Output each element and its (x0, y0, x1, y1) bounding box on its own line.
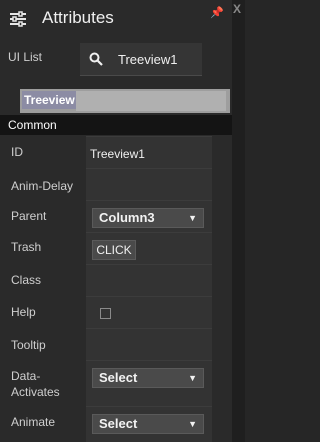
prop-label-data-activates-line1: Data- (11, 369, 41, 383)
search-icon (89, 52, 103, 66)
class-field[interactable] (86, 264, 212, 296)
prop-row-id: ID Treeview1 (0, 136, 232, 168)
prop-row-anim-delay: Anim-Delay (0, 168, 232, 200)
chevron-down-icon: ▼ (188, 419, 197, 429)
prop-label-tooltip: Tooltip (11, 338, 46, 352)
prop-label-id: ID (11, 145, 23, 159)
prop-label-parent: Parent (11, 209, 47, 223)
prop-label-trash: Trash (11, 240, 42, 254)
ui-list-search-field[interactable]: Treeview1 (80, 43, 202, 76)
tab-bar-track (76, 91, 226, 111)
ui-list-label: UI List (8, 50, 43, 64)
prop-cell-data-activates: Select ▼ (86, 360, 212, 406)
prop-row-data-activates: Data- Activates Select ▼ (0, 360, 232, 406)
sliders-icon (10, 11, 26, 27)
chevron-down-icon: ▼ (188, 213, 197, 223)
prop-cell-help (86, 296, 212, 328)
ui-list-row: UI List Treeview1 (0, 40, 232, 76)
ui-list-value: Treeview1 (118, 52, 178, 67)
prop-label-class: Class (11, 273, 42, 287)
animate-select[interactable]: Select ▼ (92, 414, 204, 434)
treeview-tab-bar: Treeview (20, 89, 230, 113)
prop-label-data-activates-line2: Activates (11, 385, 60, 399)
section-common-header: Common (0, 115, 232, 135)
pin-icon[interactable]: 📌 (210, 6, 224, 19)
parent-select[interactable]: Column3 ▼ (92, 208, 204, 228)
prop-row-animate: Animate Select ▼ (0, 406, 232, 442)
prop-row-parent: Parent Column3 ▼ (0, 200, 232, 232)
prop-row-trash: Trash CLICK (0, 232, 232, 264)
anim-delay-field[interactable] (86, 168, 212, 200)
prop-row-help: Help (0, 296, 232, 328)
close-icon[interactable]: X (233, 2, 241, 16)
chevron-down-icon: ▼ (188, 373, 197, 383)
tooltip-field[interactable] (86, 328, 212, 360)
prop-label-animate: Animate (11, 415, 56, 429)
panel-scrollbar[interactable]: X (232, 0, 245, 442)
treeview-tab[interactable]: Treeview (22, 91, 76, 109)
prop-row-tooltip: Tooltip (0, 328, 232, 360)
prop-cell-animate: Select ▼ (86, 406, 212, 442)
prop-label-anim-delay: Anim-Delay (11, 179, 74, 193)
prop-row-class: Class (0, 264, 232, 296)
data-activates-select[interactable]: Select ▼ (92, 368, 204, 388)
data-activates-select-value: Select (99, 370, 138, 385)
panel-title: Attributes (42, 8, 114, 27)
prop-cell-parent: Column3 ▼ (86, 200, 212, 232)
attributes-panel: Attributes 📌 UI List Treeview1 Treeview … (0, 0, 232, 442)
prop-label-help: Help (11, 305, 36, 319)
prop-label-data-activates: Data- Activates (11, 368, 60, 400)
trash-click-button[interactable]: CLICK (92, 240, 136, 260)
parent-select-value: Column3 (99, 210, 155, 225)
prop-cell-trash: CLICK (86, 232, 212, 264)
prop-cell-id: Treeview1 (86, 136, 212, 168)
id-field[interactable]: Treeview1 (90, 147, 145, 161)
panel-header: Attributes 📌 (0, 0, 232, 38)
help-checkbox[interactable] (100, 308, 111, 319)
animate-select-value: Select (99, 416, 138, 431)
